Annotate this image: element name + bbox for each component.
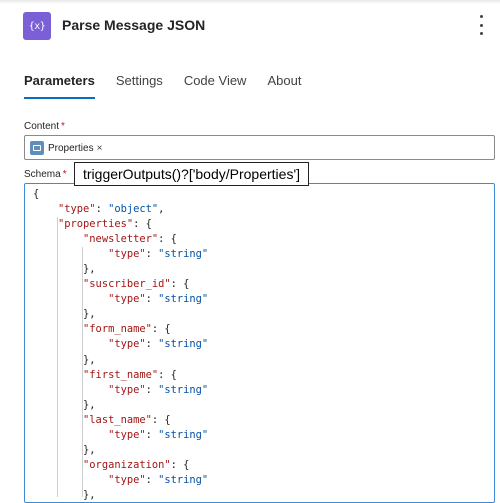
json-punctuation: },	[83, 398, 96, 411]
required-marker: *	[62, 169, 67, 180]
token-tooltip: triggerOutputs()?['body/Properties']	[74, 162, 309, 186]
code-line: "properties": {	[33, 217, 208, 232]
json-string: "string"	[158, 473, 209, 486]
json-punctuation: :	[145, 293, 159, 306]
code-line: "suscriber_id": {	[33, 277, 208, 292]
variable-icon: {x}	[23, 12, 51, 40]
code-line: },	[33, 307, 208, 322]
code-line: "type": "string"	[33, 383, 208, 398]
code-line: "first_name": {	[33, 368, 208, 383]
token-label: Properties	[48, 142, 94, 154]
json-punctuation: :	[95, 203, 109, 216]
required-marker: *	[61, 121, 65, 132]
code-line: "newsletter": {	[33, 232, 208, 247]
code-line: "form_name": {	[33, 322, 208, 337]
json-key: "first_name"	[83, 368, 159, 381]
json-punctuation: },	[83, 443, 96, 456]
code-line: "last_name": {	[33, 413, 208, 428]
json-string: "string"	[158, 293, 209, 306]
json-punctuation: },	[83, 353, 96, 366]
code-line: },	[33, 262, 208, 277]
json-key: "type"	[108, 383, 146, 396]
json-punctuation: },	[83, 488, 96, 501]
json-key: "type"	[108, 473, 146, 486]
json-key: "suscriber_id"	[83, 278, 171, 291]
json-punctuation: : {	[133, 218, 152, 231]
properties-token[interactable]: Properties ×	[30, 140, 106, 156]
json-punctuation: },	[83, 308, 96, 321]
variable-icon-glyph: {x}	[28, 20, 46, 32]
code-line: },	[33, 353, 208, 368]
json-key: "type"	[108, 293, 146, 306]
tab-settings[interactable]: Settings	[116, 73, 163, 99]
json-punctuation: : {	[151, 323, 171, 336]
top-shadow	[0, 0, 500, 4]
code-line: "type": "object",	[33, 202, 208, 217]
code-line: "type": "string"	[33, 428, 208, 443]
content-input[interactable]: Properties ×	[24, 135, 495, 160]
tab-bar: Parameters Settings Code View About	[24, 73, 301, 99]
json-key: "last_name"	[83, 413, 152, 426]
schema-editor[interactable]: { "type": "object", "properties": { "new…	[24, 183, 495, 503]
schema-label: Schema *	[24, 169, 67, 180]
json-key: "type"	[108, 248, 146, 261]
tab-parameters[interactable]: Parameters	[24, 73, 95, 99]
code-line: {	[33, 187, 208, 202]
json-punctuation: {	[33, 188, 40, 200]
json-punctuation: :	[145, 338, 159, 351]
json-string: "string"	[158, 428, 209, 441]
tab-about[interactable]: About	[267, 73, 301, 99]
tab-code-view[interactable]: Code View	[184, 73, 247, 99]
more-vertical-icon[interactable]	[477, 14, 485, 36]
json-punctuation: :	[145, 428, 159, 441]
json-punctuation: },	[83, 263, 96, 276]
json-key: "organization"	[83, 458, 171, 471]
json-punctuation: :	[145, 383, 159, 396]
json-punctuation: :	[145, 473, 159, 486]
code-line: },	[33, 398, 208, 413]
json-string: "string"	[158, 338, 209, 351]
schema-label-text: Schema	[24, 169, 61, 180]
code-line: "organization": {	[33, 458, 208, 473]
schema-code: { "type": "object", "properties": { "new…	[33, 187, 208, 502]
action-title: Parse Message JSON	[62, 17, 206, 33]
json-key: "type"	[108, 338, 146, 351]
json-string: "string"	[158, 248, 209, 261]
json-key: "type"	[58, 203, 96, 216]
code-line: },	[33, 443, 208, 458]
remove-token-icon[interactable]: ×	[97, 143, 103, 154]
json-punctuation: ,	[158, 203, 165, 216]
code-line: "type": "string"	[33, 337, 208, 352]
content-label-text: Content	[24, 121, 60, 132]
json-punctuation: : {	[151, 413, 171, 426]
code-line: "type": "string"	[33, 473, 208, 488]
code-line: "type": "string"	[33, 292, 208, 307]
code-line: "type": "string"	[33, 247, 208, 262]
json-key: "properties"	[58, 218, 134, 231]
dynamic-content-icon	[30, 141, 44, 155]
json-punctuation: : {	[170, 458, 190, 471]
json-key: "type"	[108, 428, 146, 441]
json-key: "newsletter"	[83, 233, 159, 246]
json-punctuation: : {	[170, 278, 190, 291]
json-punctuation: : {	[158, 368, 177, 381]
json-string: "object"	[108, 203, 159, 216]
json-punctuation: : {	[158, 233, 177, 246]
code-line: },	[33, 488, 208, 502]
json-string: "string"	[158, 383, 209, 396]
content-label: Content *	[24, 121, 65, 132]
json-key: "form_name"	[83, 323, 152, 336]
json-punctuation: :	[145, 248, 159, 261]
